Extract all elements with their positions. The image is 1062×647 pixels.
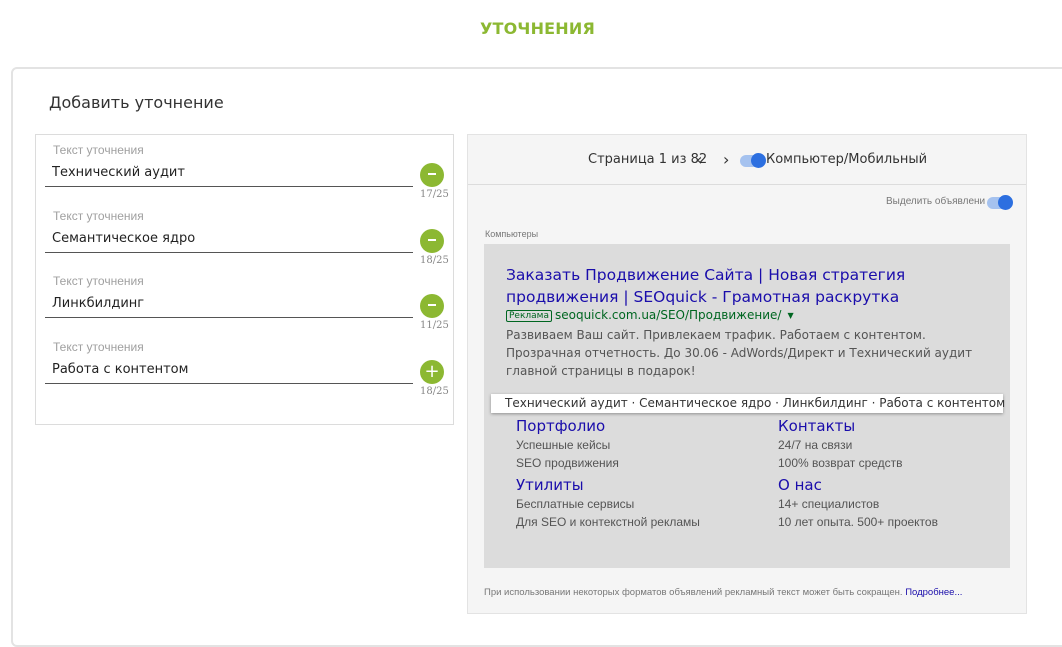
sitelink-desc: 24/7 на связи bbox=[778, 438, 853, 452]
refinement-input[interactable] bbox=[45, 290, 413, 318]
sitelink-desc: 10 лет опыта. 500+ проектов bbox=[778, 515, 938, 529]
refinement-field-4: Текст уточнения + 18/25 bbox=[45, 340, 449, 397]
refinement-input[interactable] bbox=[45, 356, 413, 384]
sitelink-portfolio: Портфолио Успешные кейсы SEO продвижения bbox=[516, 416, 619, 472]
refinement-field-3: Текст уточнения 11/25 bbox=[45, 274, 449, 331]
char-counter: 18/25 bbox=[420, 386, 449, 397]
refinement-field-2: Текст уточнения 18/25 bbox=[45, 209, 449, 266]
refinement-field-1: Текст уточнения 17/25 bbox=[45, 143, 449, 200]
char-counter: 17/25 bbox=[420, 189, 449, 200]
plus-icon: + bbox=[424, 361, 440, 382]
sitelink-title[interactable]: Портфолио bbox=[516, 416, 619, 436]
page-heading: УТОЧНЕНИЯ bbox=[479, 19, 595, 38]
sitelink-desc: SEO продвижения bbox=[516, 456, 619, 470]
minus-icon bbox=[428, 303, 436, 306]
sitelink-desc: Для SEO и контекстной рекламы bbox=[516, 515, 700, 529]
chevron-left-icon[interactable]: ‹ bbox=[696, 150, 702, 169]
pager-text: Страница 1 из 82 bbox=[588, 152, 708, 167]
ad-url-row: Реклама seoquick.com.ua/SEO/Продвижение/ ▼ bbox=[506, 308, 794, 322]
sitelink-title[interactable]: О нас bbox=[778, 475, 938, 495]
char-counter: 18/25 bbox=[420, 255, 449, 266]
sitelink-about: О нас 14+ специалистов 10 лет опыта. 500… bbox=[778, 475, 938, 531]
ad-display-url[interactable]: seoquick.com.ua/SEO/Продвижение/ bbox=[555, 308, 781, 322]
ad-description: Развиваем Ваш сайт. Привлекаем трафик. Р… bbox=[506, 328, 973, 378]
ad-preview: Страница 1 из 82 ‹ › Компьютер/Мобильный… bbox=[467, 134, 1027, 614]
add-refinement-button[interactable]: + bbox=[420, 360, 444, 384]
device-toggle[interactable] bbox=[740, 153, 766, 168]
sitelink-title[interactable]: Контакты bbox=[778, 416, 903, 436]
refinement-input[interactable] bbox=[45, 225, 413, 253]
minus-icon bbox=[428, 238, 436, 241]
ad-headline[interactable]: Заказать Продвижение Сайта | Новая страт… bbox=[506, 264, 996, 308]
sitelink-desc: Успешные кейсы bbox=[516, 438, 611, 452]
field-label: Текст уточнения bbox=[53, 274, 144, 288]
highlight-ads-toggle[interactable] bbox=[987, 195, 1013, 210]
chevron-right-icon[interactable]: › bbox=[723, 150, 729, 169]
refinement-input[interactable] bbox=[45, 159, 413, 187]
ad-callouts: Технический аудит · Семантическое ядро ·… bbox=[491, 394, 1005, 413]
toggle-knob bbox=[751, 153, 766, 168]
more-info-link[interactable]: Подробнее... bbox=[905, 587, 962, 598]
highlight-ads-label: Выделить объявлени bbox=[886, 196, 986, 207]
ad-badge: Реклама bbox=[506, 310, 552, 322]
caret-down-icon[interactable]: ▼ bbox=[787, 311, 793, 320]
card-title: Добавить уточнение bbox=[49, 93, 224, 112]
preview-toolbar: Страница 1 из 82 ‹ › Компьютер/Мобильный bbox=[468, 135, 1026, 185]
field-label: Текст уточнения bbox=[53, 340, 144, 354]
footnote: При использовании некоторых форматов объ… bbox=[484, 587, 962, 598]
sitelink-contacts: Контакты 24/7 на связи 100% возврат сред… bbox=[778, 416, 903, 472]
sitelink-desc: 100% возврат средств bbox=[778, 456, 903, 470]
ad-card: Заказать Продвижение Сайта | Новая страт… bbox=[484, 244, 1010, 568]
sitelink-desc: Бесплатные сервисы bbox=[516, 497, 635, 511]
remove-refinement-button[interactable] bbox=[420, 229, 444, 253]
sitelink-title[interactable]: Утилиты bbox=[516, 475, 700, 495]
refinements-form: Текст уточнения 17/25 Текст уточнения 18… bbox=[35, 134, 454, 425]
footnote-text: При использовании некоторых форматов объ… bbox=[484, 587, 903, 598]
field-label: Текст уточнения bbox=[53, 143, 144, 157]
sitelink-desc: 14+ специалистов bbox=[778, 497, 880, 511]
remove-refinement-button[interactable] bbox=[420, 294, 444, 318]
char-counter: 11/25 bbox=[420, 320, 449, 331]
minus-icon bbox=[428, 172, 436, 175]
toggle-knob bbox=[998, 195, 1013, 210]
device-section-label: Компьютеры bbox=[485, 229, 539, 239]
sitelink-utilities: Утилиты Бесплатные сервисы Для SEO и кон… bbox=[516, 475, 700, 531]
remove-refinement-button[interactable] bbox=[420, 163, 444, 187]
device-toggle-label: Компьютер/Мобильный bbox=[766, 152, 928, 167]
field-label: Текст уточнения bbox=[53, 209, 144, 223]
